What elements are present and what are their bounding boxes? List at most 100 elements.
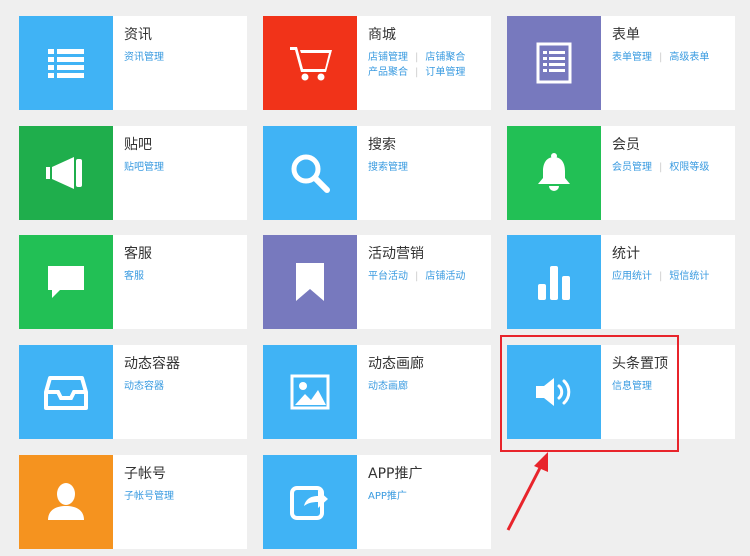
link-marketing-1[interactable]: 店铺活动 [425, 269, 465, 284]
member-icon-box[interactable] [507, 126, 601, 220]
form-icon [532, 41, 576, 85]
card-form[interactable]: 表单表单管理 | 高级表单 [507, 16, 735, 110]
card-title[interactable]: 统计 [612, 244, 735, 264]
card-gallery[interactable]: 动态画廊 动态画廊 [263, 345, 491, 439]
gallery-icon-box[interactable] [263, 345, 357, 439]
arrow-annotation [506, 452, 548, 531]
card-search[interactable]: 搜索 搜索管理 [263, 126, 491, 220]
marketing-links: 平台活动 | 店铺活动 [368, 269, 486, 284]
link-separator: | [415, 67, 419, 78]
card-service[interactable]: 客服 客服 [19, 235, 247, 329]
link-app-0[interactable]: APP推广 [368, 489, 407, 504]
form-text: 表单表单管理 | 高级表单 [601, 16, 735, 110]
card-title[interactable]: 子帐号 [124, 464, 247, 484]
link-search-0[interactable]: 搜索管理 [368, 160, 408, 175]
news-links: 资讯管理 [124, 50, 242, 65]
link-mall-3[interactable]: 订单管理 [425, 65, 465, 80]
search-text: 搜索 搜索管理 [357, 126, 491, 220]
list-icon [44, 41, 88, 85]
stats-text: 统计应用统计 | 短信统计 [601, 235, 735, 329]
link-member-0[interactable]: 会员管理 [612, 160, 652, 175]
link-mall-2[interactable]: 产品聚合 [368, 65, 408, 80]
news-text: 资讯 资讯管理 [113, 16, 247, 110]
bell-icon [532, 151, 576, 195]
link-gallery-0[interactable]: 动态画廊 [368, 379, 408, 394]
card-title[interactable]: 活动营销 [368, 244, 491, 264]
form-links: 表单管理 | 高级表单 [612, 50, 730, 65]
bar-chart-icon [532, 260, 576, 304]
link-separator: | [659, 52, 663, 63]
card-app[interactable]: APP推广 APP推广 [263, 455, 491, 549]
cart-icon [288, 41, 332, 85]
card-subaccount[interactable]: 子帐号 子帐号管理 [19, 455, 247, 549]
member-links: 会员管理 | 权限等级 [612, 160, 730, 175]
gallery-links: 动态画廊 [368, 379, 486, 394]
subaccount-icon-box[interactable] [19, 455, 113, 549]
card-stats[interactable]: 统计应用统计 | 短信统计 [507, 235, 735, 329]
container-links: 动态容器 [124, 379, 242, 394]
service-icon-box[interactable] [19, 235, 113, 329]
app-text: APP推广 APP推广 [357, 455, 491, 549]
app-icon-box[interactable] [263, 455, 357, 549]
card-member[interactable]: 会员会员管理 | 权限等级 [507, 126, 735, 220]
mall-links: 店铺管理 | 店铺聚合产品聚合 | 订单管理 [368, 50, 486, 80]
card-title[interactable]: 会员 [612, 135, 735, 155]
stats-icon-box[interactable] [507, 235, 601, 329]
card-title[interactable]: 贴吧 [124, 135, 247, 155]
link-form-0[interactable]: 表单管理 [612, 50, 652, 65]
card-title[interactable]: 客服 [124, 244, 247, 264]
link-stats-1[interactable]: 短信统计 [669, 269, 709, 284]
forum-icon-box[interactable] [19, 126, 113, 220]
service-text: 客服 客服 [113, 235, 247, 329]
inbox-icon [44, 370, 88, 414]
link-separator: | [415, 271, 419, 282]
forum-links: 贴吧管理 [124, 160, 242, 175]
card-news[interactable]: 资讯 资讯管理 [19, 16, 247, 110]
container-icon-box[interactable] [19, 345, 113, 439]
link-service-0[interactable]: 客服 [124, 269, 144, 284]
search-icon-box[interactable] [263, 126, 357, 220]
card-forum[interactable]: 贴吧 贴吧管理 [19, 126, 247, 220]
share-icon [288, 480, 332, 524]
link-stats-0[interactable]: 应用统计 [612, 269, 652, 284]
bookmark-icon [288, 260, 332, 304]
service-links: 客服 [124, 269, 242, 284]
card-container[interactable]: 动态容器 动态容器 [19, 345, 247, 439]
link-container-0[interactable]: 动态容器 [124, 379, 164, 394]
search-links: 搜索管理 [368, 160, 486, 175]
gallery-text: 动态画廊 动态画廊 [357, 345, 491, 439]
card-title[interactable]: 动态画廊 [368, 354, 491, 374]
card-title[interactable]: 动态容器 [124, 354, 247, 374]
card-title[interactable]: 搜索 [368, 135, 491, 155]
news-icon-box[interactable] [19, 16, 113, 110]
container-text: 动态容器 动态容器 [113, 345, 247, 439]
subaccount-text: 子帐号 子帐号管理 [113, 455, 247, 549]
link-form-1[interactable]: 高级表单 [669, 50, 709, 65]
marketing-icon-box[interactable] [263, 235, 357, 329]
forum-text: 贴吧 贴吧管理 [113, 126, 247, 220]
link-mall-0[interactable]: 店铺管理 [368, 50, 408, 65]
link-separator: | [659, 271, 663, 282]
link-mall-1[interactable]: 店铺聚合 [425, 50, 465, 65]
app-links: APP推广 [368, 489, 486, 504]
form-icon-box[interactable] [507, 16, 601, 110]
card-mall[interactable]: 商城店铺管理 | 店铺聚合产品聚合 | 订单管理 [263, 16, 491, 110]
chat-icon [44, 260, 88, 304]
card-title[interactable]: 表单 [612, 25, 735, 45]
mall-icon-box[interactable] [263, 16, 357, 110]
card-title[interactable]: APP推广 [368, 464, 491, 484]
link-subaccount-0[interactable]: 子帐号管理 [124, 489, 174, 504]
link-member-1[interactable]: 权限等级 [669, 160, 709, 175]
card-title[interactable]: 资讯 [124, 25, 247, 45]
link-separator: | [415, 52, 419, 63]
card-marketing[interactable]: 活动营销平台活动 | 店铺活动 [263, 235, 491, 329]
mall-text: 商城店铺管理 | 店铺聚合产品聚合 | 订单管理 [357, 16, 491, 110]
subaccount-links: 子帐号管理 [124, 489, 242, 504]
marketing-text: 活动营销平台活动 | 店铺活动 [357, 235, 491, 329]
card-title[interactable]: 商城 [368, 25, 491, 45]
link-forum-0[interactable]: 贴吧管理 [124, 160, 164, 175]
link-news-0[interactable]: 资讯管理 [124, 50, 164, 65]
image-icon [288, 370, 332, 414]
member-text: 会员会员管理 | 权限等级 [601, 126, 735, 220]
link-marketing-0[interactable]: 平台活动 [368, 269, 408, 284]
